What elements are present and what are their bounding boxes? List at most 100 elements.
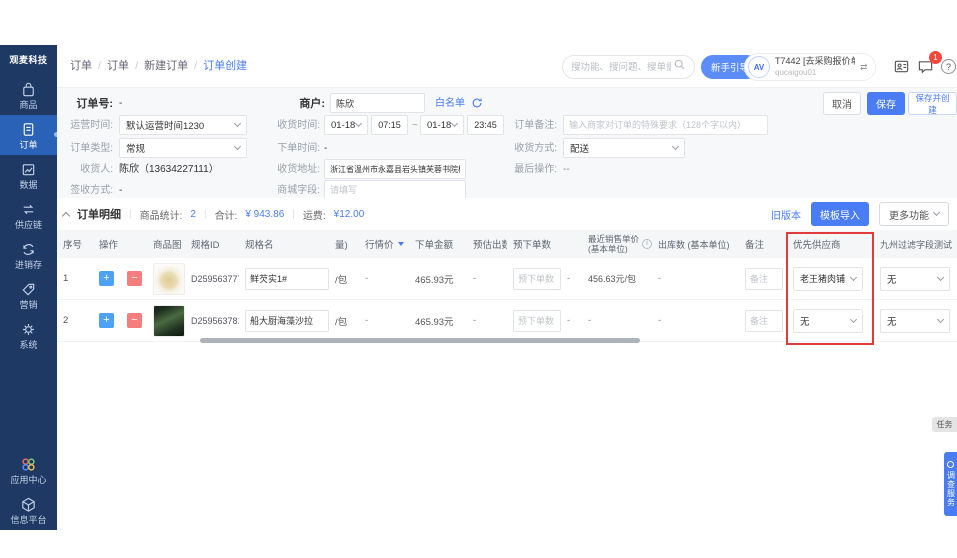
spec-name-input[interactable] (245, 310, 329, 332)
cell-stock-out: - (652, 273, 739, 284)
jiuzhou-select[interactable]: 无 (880, 267, 950, 291)
order-remark-input[interactable] (563, 115, 768, 135)
delete-row-button[interactable]: − (127, 271, 142, 286)
chevron-down-icon (234, 120, 241, 127)
info-icon[interactable]: i (642, 239, 652, 249)
header-market-price: 行情价 (359, 237, 409, 251)
inventory-cycle-icon (20, 241, 37, 258)
jiuzhou-select[interactable]: 无 (880, 309, 950, 333)
messages-icon[interactable]: 1 (917, 58, 934, 80)
operate-time-value: 默认运营时间1230 (126, 118, 204, 132)
operate-time-select[interactable]: 默认运营时间1230 (119, 115, 247, 135)
pre-order-input[interactable] (513, 310, 561, 332)
cell-spec-id: D259563777 (185, 274, 239, 284)
header-unit-partial: 量) (329, 237, 359, 251)
delete-row-button[interactable]: − (127, 313, 142, 328)
sidebar-item-goods[interactable]: 商品 (0, 75, 57, 115)
sidebar-item-orders[interactable]: 订单 (0, 115, 57, 155)
sidebar-item-info-platform[interactable]: 信息平台 (0, 490, 57, 530)
account-menu[interactable]: AV T7442 [去采购报价单... qucaigou01 ⇄ (744, 53, 876, 81)
search-input[interactable] (571, 62, 671, 73)
supplier-select[interactable]: 老王猪肉铺 (793, 267, 863, 291)
more-functions-label: 更多功能 (889, 207, 929, 222)
add-row-button[interactable]: + (99, 271, 114, 286)
jiuzhou-value: 无 (887, 272, 897, 286)
total-label: 合计: (215, 207, 238, 222)
help-icon[interactable]: ? (941, 59, 956, 74)
chevron-down-icon (355, 120, 362, 127)
sidebar-item-label: 数据 (19, 181, 37, 190)
cell-jiuzhou: 无 (874, 309, 957, 333)
merchant-input[interactable] (330, 93, 425, 113)
pre-order-extra: - (567, 315, 570, 326)
bag-icon (20, 81, 37, 98)
refresh-icon[interactable] (471, 97, 483, 112)
cell-spec-name (239, 310, 329, 332)
receive-address-input[interactable] (324, 159, 466, 179)
header-market-price-label: 行情价 (365, 237, 394, 251)
remark-input[interactable] (745, 310, 783, 332)
sidebar-item-supply-chain[interactable]: 供应链 (0, 195, 57, 235)
supplier-select[interactable]: 无 (793, 309, 863, 333)
save-and-create-button[interactable]: 保存并创建 (908, 92, 957, 115)
cell-market-price: - (359, 315, 409, 326)
avatar: AV (748, 56, 770, 78)
cancel-button[interactable]: 取消 (823, 92, 861, 115)
search-icon[interactable] (673, 58, 686, 76)
save-button[interactable]: 保存 (867, 92, 905, 115)
breadcrumb-item[interactable]: 订单 (70, 45, 92, 88)
sidebar-item-data[interactable]: 数据 (0, 155, 57, 195)
cell-unit: /包 (329, 272, 359, 286)
receive-time-start-input[interactable] (371, 115, 408, 135)
more-functions-button[interactable]: 更多功能 (879, 202, 949, 226)
add-row-button[interactable]: + (99, 313, 114, 328)
operate-time-label: 运营时间: (59, 116, 113, 136)
header-preferred-supplier: 优先供应商 (787, 237, 874, 251)
receive-method-value: 配送 (570, 141, 589, 155)
freight-label: 运费: (303, 207, 326, 222)
chevron-down-icon (850, 315, 857, 322)
cell-pre-order: - (507, 268, 582, 290)
receive-method-select[interactable]: 配送 (563, 138, 685, 158)
template-import-button[interactable]: 模板导入 (811, 202, 869, 226)
product-image[interactable] (153, 305, 185, 337)
horizontal-scrollbar[interactable] (200, 338, 640, 343)
receive-date-start-select[interactable]: 01-18 (324, 115, 368, 135)
order-items-table: 序号 操作 商品图 规格ID 规格名 量) 行情价 下单金额 预估出数i 预下单… (57, 230, 957, 342)
breadcrumb-item[interactable]: 订单 (107, 45, 129, 88)
sidebar-item-inventory[interactable]: 进销存 (0, 235, 57, 275)
breadcrumb-item[interactable]: 新建订单 (144, 45, 188, 88)
mall-field-input[interactable] (324, 180, 466, 200)
old-version-link[interactable]: 旧版本 (771, 207, 801, 222)
contact-service-icon[interactable] (893, 58, 910, 80)
header-image: 商品图 (147, 237, 185, 251)
global-search (562, 55, 695, 79)
collapse-icon[interactable] (62, 211, 70, 219)
sidebar-spacer (0, 355, 57, 450)
order-type-select[interactable]: 常规 (119, 138, 247, 158)
task-side-tab[interactable]: 任务 (932, 417, 957, 432)
user-name: T7442 [去采购报价单... (775, 56, 855, 67)
topbar: 订单 / 订单 / 新建订单 / 订单创建 新手引导 AV T7442 [去采购… (57, 45, 957, 88)
receive-address-label: 收货地址: (262, 160, 320, 180)
order-no-label: 订单号: (59, 94, 113, 114)
whitelist-link[interactable]: 白名单 (435, 94, 465, 114)
switch-account-icon[interactable]: ⇄ (860, 62, 868, 73)
sidebar-item-marketing[interactable]: 营销 (0, 275, 57, 315)
remark-input[interactable] (745, 268, 783, 290)
pre-order-input[interactable] (513, 268, 561, 290)
cell-remark (739, 310, 787, 332)
header-estimate-out: 预估出数i (467, 237, 507, 251)
header-recent-price-label: 最近销售单价 (基本单位) (588, 234, 639, 254)
survey-service-side-tab[interactable]: 调查服务 (944, 452, 957, 516)
pre-order-extra: - (567, 273, 570, 284)
sidebar-item-app-center[interactable]: 应用中心 (0, 450, 57, 490)
cell-ops: + − (93, 271, 147, 286)
sort-filter-icon[interactable] (398, 242, 404, 246)
product-image[interactable] (153, 263, 185, 295)
breadcrumb: 订单 / 订单 / 新建订单 / 订单创建 (70, 45, 247, 88)
header-pre-order: 预下单数 (507, 237, 582, 251)
sidebar-item-system[interactable]: 系统 (0, 315, 57, 355)
receive-date-end-select[interactable]: 01-18 (420, 115, 464, 135)
spec-name-input[interactable] (245, 268, 329, 290)
